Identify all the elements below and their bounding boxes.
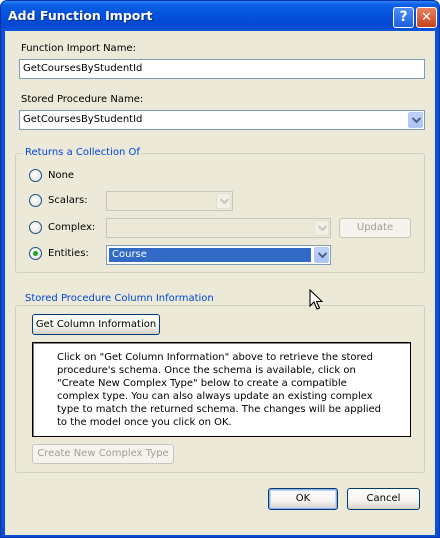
radio-selected-dot bbox=[33, 251, 38, 256]
radio-complex-label: Complex: bbox=[48, 222, 96, 233]
close-button[interactable]: ✕ bbox=[416, 7, 437, 28]
mouse-pointer-icon bbox=[309, 289, 323, 310]
update-button[interactable]: Update bbox=[339, 218, 411, 238]
stored-procedure-name-select[interactable]: GetCoursesByStudentId bbox=[19, 110, 425, 130]
column-info-description-box: Click on "Get Column Information" above … bbox=[32, 342, 411, 437]
radio-entities[interactable] bbox=[29, 247, 42, 260]
stored-procedure-name-label: Stored Procedure Name: bbox=[21, 94, 144, 105]
get-column-information-button[interactable]: Get Column Information bbox=[32, 314, 160, 335]
function-import-name-input[interactable]: GetCoursesByStudentId bbox=[19, 59, 425, 79]
entities-value: Course bbox=[112, 249, 147, 260]
cancel-button-label: Cancel bbox=[366, 493, 401, 504]
radio-none[interactable] bbox=[29, 169, 42, 182]
stored-procedure-name-value: GetCoursesByStudentId bbox=[23, 114, 143, 125]
chevron-down-icon[interactable] bbox=[314, 247, 329, 263]
radio-none-label: None bbox=[48, 170, 75, 181]
entities-select[interactable]: Course bbox=[106, 245, 331, 265]
create-new-complex-type-label: Create New Complex Type bbox=[37, 448, 169, 459]
help-icon: ? bbox=[399, 9, 408, 25]
update-button-label: Update bbox=[356, 222, 394, 233]
radio-entities-label: Entities: bbox=[48, 248, 89, 259]
radio-scalars[interactable] bbox=[29, 194, 42, 207]
title-bar[interactable]: Add Function Import ? ✕ bbox=[1, 1, 439, 31]
dialog-title: Add Function Import bbox=[8, 8, 153, 23]
dialog-window: Add Function Import ? ✕ Function Import … bbox=[0, 0, 440, 538]
column-info-title: Stored Procedure Column Information bbox=[23, 293, 216, 304]
dialog-body: Function Import Name: GetCoursesByStuden… bbox=[5, 31, 435, 535]
ok-button-label: OK bbox=[295, 493, 311, 504]
cancel-button[interactable]: Cancel bbox=[347, 488, 420, 510]
radio-complex[interactable] bbox=[29, 221, 42, 234]
function-import-name-label: Function Import Name: bbox=[21, 43, 136, 54]
column-info-description: Click on "Get Column Information" above … bbox=[57, 352, 382, 428]
create-new-complex-type-button[interactable]: Create New Complex Type bbox=[32, 444, 174, 464]
chevron-down-icon[interactable] bbox=[314, 220, 329, 236]
function-import-name-value: GetCoursesByStudentId bbox=[23, 63, 143, 74]
ok-button[interactable]: OK bbox=[268, 488, 338, 510]
returns-collection-title: Returns a Collection Of bbox=[23, 147, 142, 158]
scalars-select[interactable] bbox=[106, 191, 233, 211]
chevron-down-icon[interactable] bbox=[408, 112, 423, 128]
close-icon: ✕ bbox=[421, 10, 432, 25]
chevron-down-icon[interactable] bbox=[216, 193, 231, 209]
get-column-information-label: Get Column Information bbox=[35, 319, 157, 330]
complex-select[interactable] bbox=[106, 218, 331, 238]
radio-scalars-label: Scalars: bbox=[48, 195, 88, 206]
help-button[interactable]: ? bbox=[393, 7, 414, 28]
